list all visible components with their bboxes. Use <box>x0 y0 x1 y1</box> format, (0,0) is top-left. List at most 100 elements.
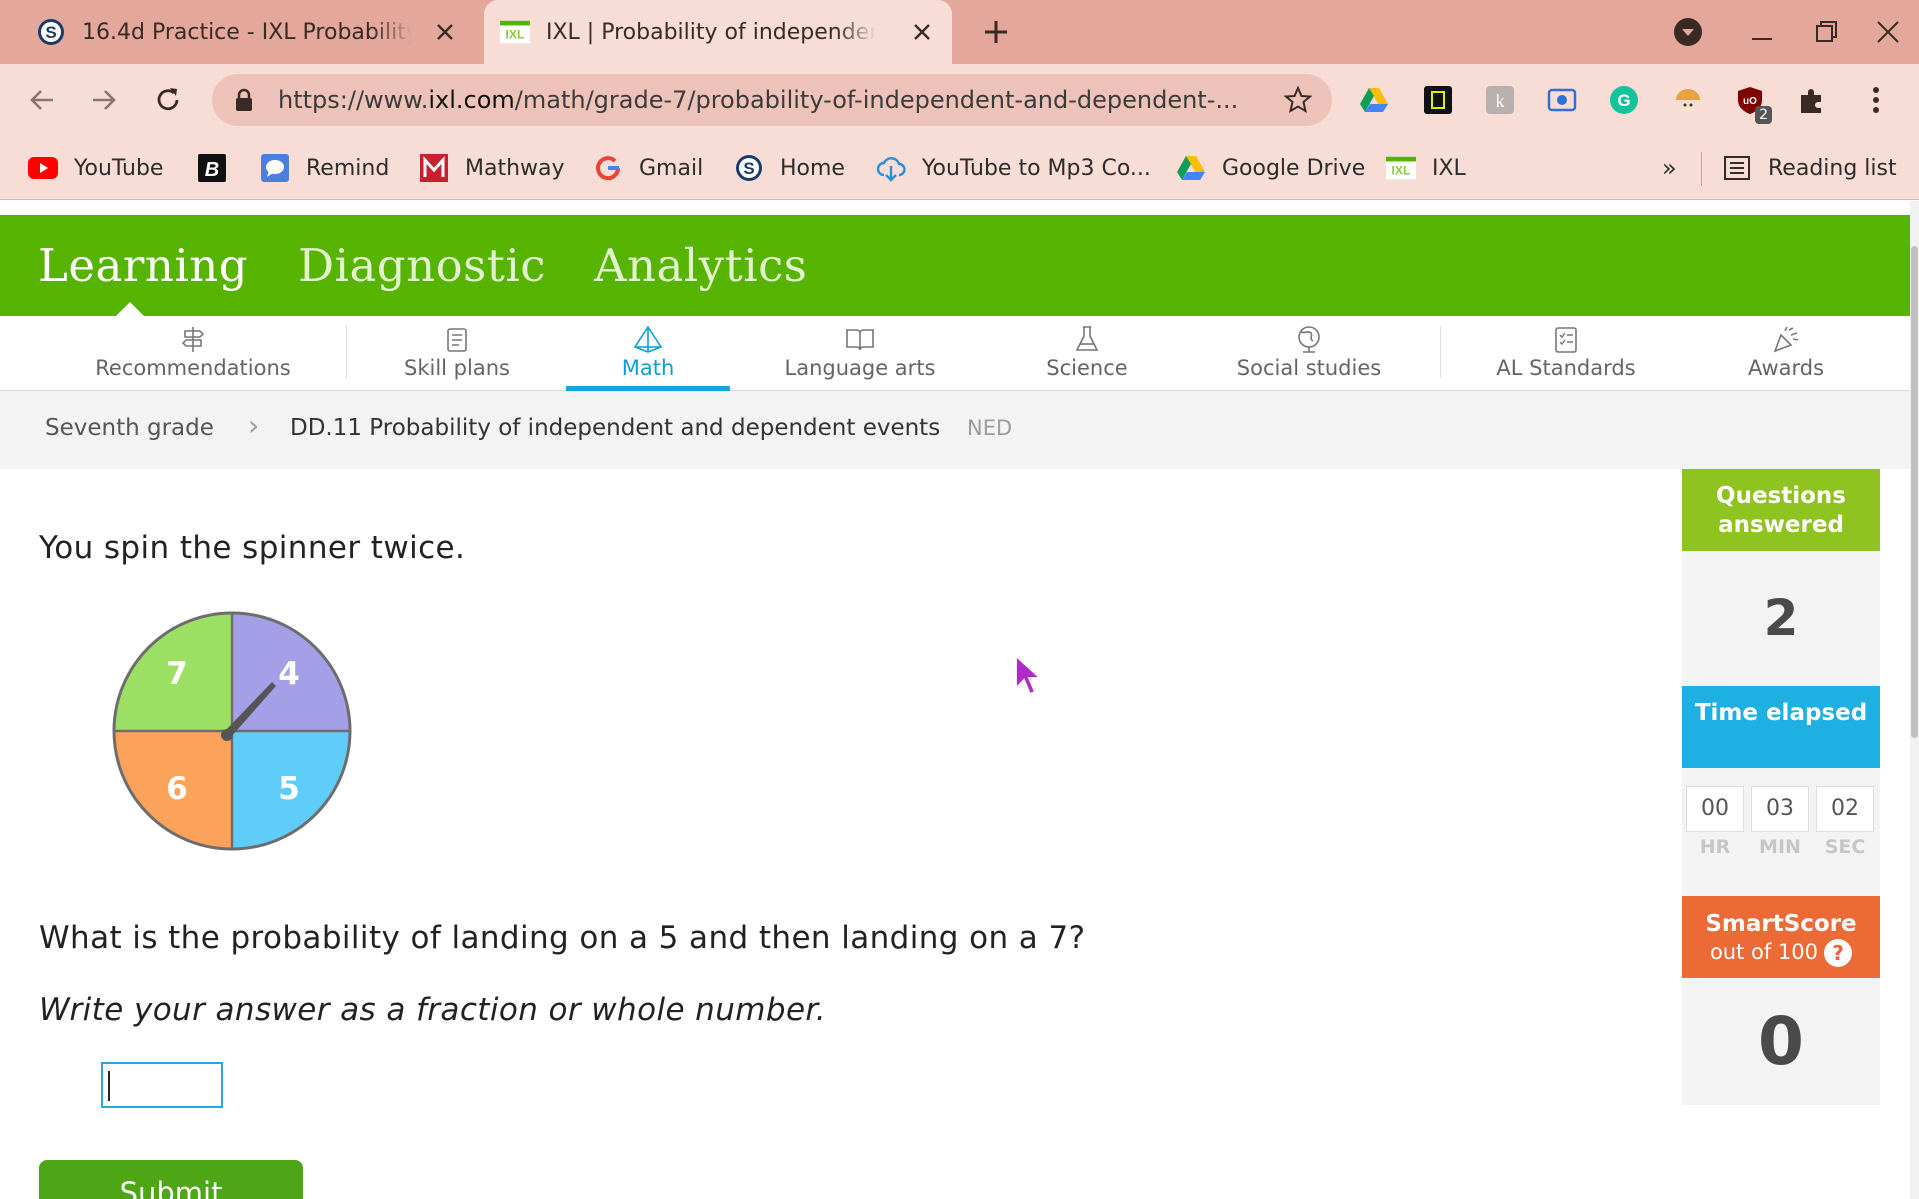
subnav-awards[interactable]: Awards <box>1738 324 1834 384</box>
subnav-divider <box>1440 326 1441 378</box>
nav-learning[interactable]: Learning <box>38 239 248 292</box>
timer-hours: 00 <box>1686 786 1744 832</box>
subnav-label: AL Standards <box>1496 356 1636 380</box>
mouse-pointer-icon <box>1014 653 1044 700</box>
reading-list-button[interactable]: Reading list <box>1722 152 1897 184</box>
help-icon[interactable]: ? <box>1824 939 1853 967</box>
answer-instruction: Write your answer as a fraction or whole… <box>39 992 826 1028</box>
subnav-divider <box>346 326 347 378</box>
tab-ixl-active[interactable]: IXL IXL | Probability of independent and… <box>484 0 952 64</box>
more-bookmarks-button[interactable]: » <box>1662 152 1677 184</box>
clipboard-icon <box>386 324 528 354</box>
page-top-gap <box>0 201 1919 216</box>
answer-input[interactable] <box>101 1062 223 1108</box>
questions-answered-value: 2 <box>1763 589 1799 647</box>
close-icon[interactable] <box>908 18 936 46</box>
bookmark-gmail[interactable]: Gmail <box>593 152 703 184</box>
nav-analytics[interactable]: Analytics <box>594 239 807 292</box>
subnav-label: Recommendations <box>95 356 291 380</box>
bookmark-label: Mathway <box>465 155 565 181</box>
svg-text:IXL: IXL <box>1392 164 1412 178</box>
bookmark-star-icon[interactable] <box>1283 85 1313 118</box>
smartscore-title: SmartScore <box>1705 911 1857 937</box>
bookmark-bold-b[interactable]: B <box>197 152 243 184</box>
notebook-extension-icon[interactable] <box>1420 82 1456 118</box>
mathway-icon <box>419 153 449 183</box>
nav-diagnostic[interactable]: Diagnostic <box>298 239 546 292</box>
ixl-subject-nav: Recommendations Skill plans Math Languag… <box>0 316 1910 391</box>
url-text: https://www.ixl.com/math/grade-7/probabi… <box>278 86 1239 114</box>
breadcrumb: Seventh grade › DD.11 Probability of ind… <box>0 391 1910 469</box>
mushroom-extension-icon[interactable] <box>1670 82 1706 118</box>
bookmark-divider <box>1701 152 1702 186</box>
bookmark-google-drive[interactable]: Google Drive <box>1176 152 1365 184</box>
forward-arrow-icon[interactable] <box>84 80 124 120</box>
browser-menu-icon[interactable] <box>1858 82 1894 118</box>
screencast-extension-icon[interactable] <box>1544 82 1580 118</box>
bookmark-label: Remind <box>306 155 390 181</box>
pyramid-icon <box>580 324 716 354</box>
submit-button[interactable]: Submit <box>39 1160 303 1199</box>
google-icon <box>593 153 623 183</box>
svg-text:G: G <box>1617 91 1630 110</box>
reading-list-icon <box>1722 153 1752 183</box>
new-tab-button[interactable] <box>978 14 1014 50</box>
bookmark-ixl[interactable]: IXL IXL <box>1386 152 1466 184</box>
puzzle-extensions-icon[interactable] <box>1794 82 1830 118</box>
timer-hours-label: HR <box>1699 836 1731 858</box>
bookmark-home[interactable]: S Home <box>734 152 845 184</box>
tab-ixl-practice[interactable]: S 16.4d Practice - IXL Probability of in… <box>20 0 475 64</box>
grammarly-extension-icon[interactable]: G <box>1606 82 1642 118</box>
restore-button[interactable] <box>1806 12 1846 52</box>
subnav-label: Language arts <box>784 356 936 380</box>
ixl-icon: IXL <box>1386 153 1416 183</box>
subnav-label: Social studies <box>1236 356 1382 380</box>
bookmark-label: Gmail <box>639 155 704 181</box>
smartscore-panel: 0 <box>1682 978 1880 1105</box>
question-intro: You spin the spinner twice. <box>39 530 466 566</box>
questions-answered-panel: 2 <box>1682 551 1880 686</box>
subnav-math[interactable]: Math <box>580 324 716 384</box>
subnav-label: Science <box>1046 356 1128 380</box>
bookmark-remind[interactable]: Remind <box>260 152 389 184</box>
google-drive-extension-icon[interactable] <box>1356 82 1392 118</box>
subnav-label: Skill plans <box>404 356 510 380</box>
time-elapsed-header: Time elapsed <box>1682 686 1880 768</box>
reload-icon[interactable] <box>148 80 188 120</box>
breadcrumb-grade-link[interactable]: Seventh grade <box>45 415 214 441</box>
subnav-al-standards[interactable]: AL Standards <box>1480 324 1652 384</box>
spinner-label-5: 5 <box>278 771 300 807</box>
subnav-language-arts[interactable]: Language arts <box>772 324 948 384</box>
subnav-social-studies[interactable]: Social studies <box>1226 324 1392 384</box>
minimize-button[interactable] <box>1742 12 1782 52</box>
tab-title: 16.4d Practice - IXL Probability of inde… <box>82 19 412 45</box>
subnav-recommendations[interactable]: Recommendations <box>88 324 298 384</box>
checklist-icon <box>1480 324 1652 354</box>
subnav-skill-plans[interactable]: Skill plans <box>386 324 528 384</box>
subnav-label: Math <box>621 356 675 380</box>
youtube-icon <box>28 153 58 183</box>
bookmark-mathway[interactable]: Mathway <box>419 152 565 184</box>
back-arrow-icon[interactable] <box>22 80 62 120</box>
bookmark-youtube[interactable]: YouTube <box>28 152 163 184</box>
flask-icon <box>1026 324 1148 354</box>
skill-code: NED <box>967 416 1013 440</box>
scrollbar-thumb[interactable] <box>1911 246 1918 738</box>
svg-text:B: B <box>205 159 219 181</box>
close-window-button[interactable] <box>1868 12 1908 52</box>
ublock-extension-icon[interactable]: uO 2 <box>1732 82 1772 124</box>
smartscore-out-of: out of 100 <box>1709 940 1819 964</box>
close-icon[interactable] <box>431 18 459 46</box>
google-drive-icon <box>1176 153 1206 183</box>
bookmark-youtube-to-mp3[interactable]: YouTube to Mp3 Co... <box>876 152 1151 184</box>
kami-extension-icon[interactable]: k <box>1482 82 1518 118</box>
spinner-label-6: 6 <box>166 771 188 807</box>
tab-search-button[interactable] <box>1668 12 1708 52</box>
svg-text:S: S <box>743 159 754 178</box>
subnav-science[interactable]: Science <box>1026 324 1148 384</box>
address-bar[interactable]: https://www.ixl.com/math/grade-7/probabi… <box>212 74 1332 126</box>
browser-toolbar: https://www.ixl.com/math/grade-7/probabi… <box>0 64 1919 136</box>
breadcrumb-skill: DD.11 Probability of independent and dep… <box>290 415 941 441</box>
timer-minutes: 03 <box>1751 786 1809 832</box>
remind-icon <box>260 153 290 183</box>
